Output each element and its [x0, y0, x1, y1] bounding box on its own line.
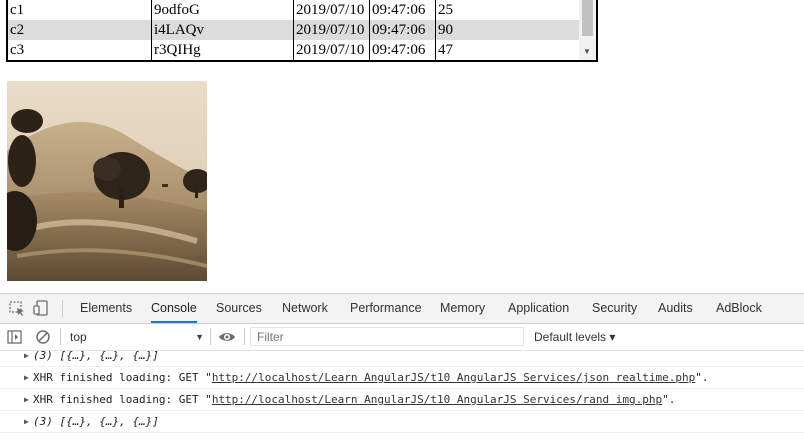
chevron-down-icon: ▼	[195, 332, 204, 342]
tab-adblock[interactable]: AdBlock	[716, 294, 762, 323]
xhr-suffix: ".	[662, 393, 676, 406]
xhr-log-text: XHR finished loading: GET "http://localh…	[33, 389, 675, 410]
console-message: ▶ XHR finished loading: GET "http://loca…	[0, 389, 804, 411]
cell-id: c2	[8, 20, 152, 40]
tab-performance[interactable]: Performance	[350, 294, 422, 323]
cell-time: 09:47:06	[369, 0, 436, 20]
cell-value: 47	[438, 42, 453, 58]
cell-id: c1	[8, 0, 152, 20]
show-sidebar-icon[interactable]	[6, 328, 24, 346]
scroll-down-arrow-icon[interactable]: ▼	[583, 48, 591, 56]
tab-elements[interactable]: Elements	[80, 294, 132, 323]
filter-input[interactable]	[250, 327, 524, 346]
console-object-summary[interactable]: (3) [{…}, {…}, {…}]	[33, 351, 159, 366]
xhr-log-text: XHR finished loading: GET "http://localh…	[33, 367, 709, 388]
devtools-panel: Elements Console Sources Network Perform…	[0, 293, 804, 439]
console-object-summary[interactable]: (3) [{…}, {…}, {…}]	[33, 411, 159, 432]
expand-triangle-icon[interactable]: ▶	[24, 367, 29, 388]
toolbar-divider	[244, 328, 245, 345]
expand-triangle-icon[interactable]: ▶	[24, 351, 29, 366]
data-table-container[interactable]: c1 9odfoG 2019/07/10 09:47:06 25 c2 i4LA…	[6, 0, 598, 62]
tab-console[interactable]: Console	[151, 294, 197, 323]
expand-triangle-icon[interactable]: ▶	[24, 411, 29, 432]
cell-code: 9odfoG	[151, 0, 294, 20]
log-levels-dropdown[interactable]: Default levels ▾	[534, 327, 615, 347]
clear-console-icon[interactable]	[34, 328, 52, 346]
tab-network[interactable]: Network	[282, 294, 328, 323]
console-toolbar: top ▼ Default levels ▾	[0, 324, 804, 351]
tab-sources[interactable]: Sources	[216, 294, 262, 323]
tab-security[interactable]: Security	[592, 294, 637, 323]
table-scrollbar[interactable]: ▼	[579, 0, 596, 60]
cell-id: c3	[8, 40, 152, 60]
cell-time: 09:47:06	[369, 20, 436, 40]
toolbar-divider	[62, 300, 63, 317]
cell-date: 2019/07/10	[293, 0, 370, 20]
tab-application[interactable]: Application	[508, 294, 569, 323]
tab-audits[interactable]: Audits	[658, 294, 693, 323]
table-row: c3 r3QIHg 2019/07/10 09:47:06 47	[8, 40, 580, 60]
random-image	[7, 81, 207, 281]
cell-code: r3QIHg	[151, 40, 294, 60]
cell-value: 25	[438, 2, 453, 18]
xhr-suffix: ".	[695, 371, 709, 384]
device-toolbar-icon[interactable]	[32, 299, 50, 317]
xhr-url-link[interactable]: http://localhost/Learn AngularJS/t10 Ang…	[212, 393, 662, 406]
eye-icon[interactable]	[218, 328, 236, 346]
table-row: c1 9odfoG 2019/07/10 09:47:06 25	[8, 0, 580, 20]
scrollbar-thumb[interactable]	[582, 0, 593, 36]
cell-value: 90	[435, 20, 580, 40]
devtools-tab-bar: Elements Console Sources Network Perform…	[0, 294, 804, 324]
tab-memory[interactable]: Memory	[440, 294, 485, 323]
cell-code: i4LAQv	[151, 20, 294, 40]
console-message: ▶ (3) [{…}, {…}, {…}]	[0, 351, 804, 367]
console-messages[interactable]: ▶ (3) [{…}, {…}, {…}] ▶ XHR finished loa…	[0, 351, 804, 439]
data-table: c1 9odfoG 2019/07/10 09:47:06 25 c2 i4LA…	[8, 0, 580, 60]
table-row: c2 i4LAQv 2019/07/10 09:47:06 90	[8, 20, 580, 40]
expand-triangle-icon[interactable]: ▶	[24, 389, 29, 410]
xhr-prefix: XHR finished loading: GET "	[33, 393, 212, 406]
context-selector[interactable]: top ▼	[64, 327, 210, 347]
cell-time: 09:47:06	[369, 40, 436, 60]
toolbar-divider	[210, 328, 211, 345]
cell-date: 2019/07/10	[293, 40, 370, 60]
xhr-url-link[interactable]: http://localhost/Learn AngularJS/t10 Ang…	[212, 371, 695, 384]
toolbar-divider	[60, 328, 61, 345]
console-message: ▶ (3) [{…}, {…}, {…}]	[0, 411, 804, 433]
inspect-element-icon[interactable]	[8, 299, 26, 317]
context-selector-value: top	[70, 330, 87, 344]
cell-date: 2019/07/10	[293, 20, 370, 40]
console-message: ▶ XHR finished loading: GET "http://loca…	[0, 367, 804, 389]
xhr-prefix: XHR finished loading: GET "	[33, 371, 212, 384]
